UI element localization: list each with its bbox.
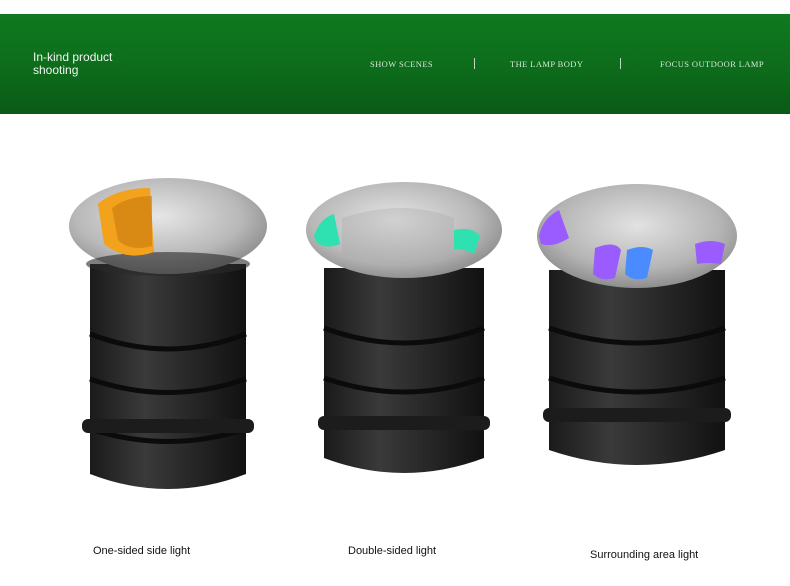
green-banner: In-kind product shooting SHOW SCENES THE… <box>0 14 790 114</box>
lamp-double-sided <box>304 178 504 498</box>
nav-item-focus-outdoor-lamp[interactable]: FOCUS OUTDOOR LAMP <box>660 59 764 69</box>
light-window <box>695 241 725 264</box>
lamp-surrounding <box>535 178 740 488</box>
caption-double-sided: Double-sided light <box>348 545 437 557</box>
nav-item-show-scenes[interactable]: SHOW SCENES <box>370 59 433 69</box>
nav-item-lamp-body[interactable]: THE LAMP BODY <box>510 59 583 69</box>
caption-one-sided: One-sided side light <box>93 545 191 557</box>
nav-separator <box>620 58 621 69</box>
lamp-one-sided <box>68 174 268 504</box>
nav-separator <box>474 58 475 69</box>
caption-surrounding: Surrounding area light <box>590 549 699 561</box>
banner-nav: SHOW SCENES THE LAMP BODY FOCUS OUTDOOR … <box>0 58 790 73</box>
